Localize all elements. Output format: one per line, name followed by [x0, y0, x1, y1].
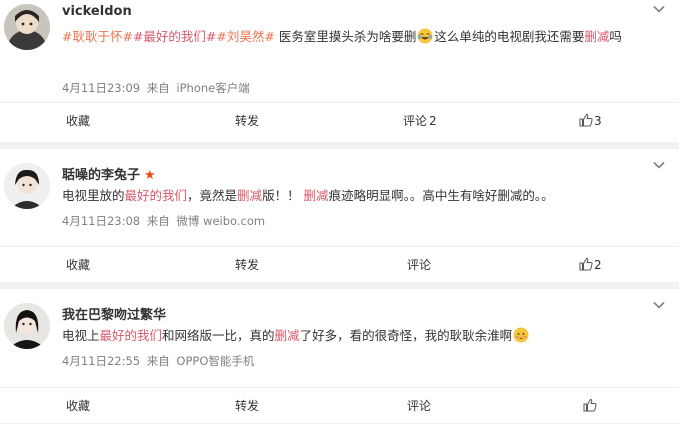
post-time[interactable]: 4月11日22:55 [62, 354, 140, 368]
topic-link[interactable]: #耿耿于怀# [62, 29, 133, 44]
post-meta: 4月11日22:55 来自 OPPO智能手机 [62, 353, 254, 369]
divider [0, 282, 679, 289]
chevron-down-icon[interactable] [652, 2, 666, 16]
favorite-label: 收藏 [66, 258, 91, 272]
favorite-button[interactable]: 收藏 [66, 247, 90, 283]
thumbs-up-icon [579, 257, 593, 271]
comment-label: 评论 [407, 258, 432, 272]
favorite-label: 收藏 [66, 114, 91, 128]
topic-link[interactable]: #刘昊然# [216, 29, 274, 44]
source-prefix: 来自 [146, 214, 170, 228]
post-card: 聒噪的李兔子 ★ 电视里放的最好的我们，竟然是删减版！！ 删减痕迹略明显啊。。高中… [0, 149, 679, 282]
like-button[interactable] [583, 388, 598, 424]
repost-button[interactable]: 转发 [235, 388, 259, 424]
post-meta: 4月11日23:08 来自 微博 weibo.com [62, 213, 265, 229]
text-segment: 电视里放的 [62, 188, 125, 203]
post-time[interactable]: 4月11日23:09 [62, 81, 140, 95]
text-segment: 这么单纯的电视剧我还需要 [434, 29, 585, 44]
comment-label: 评论 [407, 399, 432, 413]
text-segment: 电视上 [62, 328, 100, 343]
avatar[interactable] [4, 163, 50, 209]
repost-button[interactable]: 转发 [235, 103, 259, 139]
keyword-highlight[interactable]: #最好的我们# [133, 29, 216, 44]
post-text: #耿耿于怀##最好的我们##刘昊然# 医务室里摸头杀为啥要删 这么单纯的电视剧我还… [62, 25, 662, 49]
weibo-feed: vickeldon #耿耿于怀##最好的我们##刘昊然# 医务室里摸头杀为啥要删… [0, 0, 679, 423]
emoji-icon [513, 327, 529, 343]
action-bar: 收藏 转发 评论 2 [0, 246, 679, 283]
comment-button[interactable]: 评论 [407, 247, 431, 283]
username[interactable]: 我在巴黎吻过繁华 [62, 304, 166, 323]
keyword-highlight[interactable]: 删减 [584, 29, 609, 44]
star-icon[interactable]: ★ [144, 168, 156, 183]
keyword-highlight[interactable]: 删减 [237, 188, 262, 203]
text-segment: 版！！ [262, 188, 304, 203]
repost-button[interactable]: 转发 [235, 247, 259, 283]
source-prefix: 来自 [146, 354, 170, 368]
text-segment: 吗 [609, 29, 622, 44]
chevron-down-icon[interactable] [652, 158, 666, 172]
action-bar: 收藏 转发 评论 2 3 [0, 102, 679, 139]
text-segment: 和网络版一比，真的 [162, 328, 275, 343]
like-count: 2 [594, 258, 602, 272]
post-card: vickeldon #耿耿于怀##最好的我们##刘昊然# 医务室里摸头杀为啥要删… [0, 0, 679, 142]
keyword-highlight[interactable]: 最好的我们 [100, 328, 163, 343]
text-segment: 痕迹略明显啊。。高中生有啥好删减的。。 [328, 188, 554, 203]
keyword-highlight[interactable]: 删减 [275, 328, 300, 343]
username-text: 聒噪的李兔子 [62, 168, 141, 183]
like-button[interactable]: 2 [579, 247, 602, 283]
post-meta: 4月11日23:09 来自 iPhone客户端 [62, 80, 250, 96]
post-source[interactable]: 微博 weibo.com [176, 214, 265, 228]
thumbs-up-icon [579, 113, 593, 127]
repost-label: 转发 [235, 114, 260, 128]
favorite-button[interactable]: 收藏 [66, 103, 90, 139]
keyword-highlight[interactable]: 删减 [304, 188, 329, 203]
avatar[interactable] [4, 303, 50, 349]
comment-button[interactable]: 评论 2 [403, 103, 437, 139]
comment-button[interactable]: 评论 [407, 388, 431, 424]
emoji-icon [417, 28, 433, 44]
like-count: 3 [594, 114, 602, 128]
post-card: 我在巴黎吻过繁华 电视上最好的我们和网络版一比，真的删减了好多，看的很奇怪，我的… [0, 289, 679, 423]
comment-count: 2 [429, 114, 437, 128]
post-time[interactable]: 4月11日23:08 [62, 214, 140, 228]
text-segment: 医务室里摸头杀为啥要删 [274, 29, 417, 44]
action-bar: 收藏 转发 评论 [0, 387, 679, 424]
post-text: 电视里放的最好的我们，竟然是删减版！！ 删减痕迹略明显啊。。高中生有啥好删减的。… [62, 184, 662, 208]
username[interactable]: vickeldon [62, 4, 132, 19]
post-text: 电视上最好的我们和网络版一比，真的删减了好多，看的很奇怪，我的耿耿余淮啊 [62, 324, 662, 348]
favorite-button[interactable]: 收藏 [66, 388, 90, 424]
chevron-down-icon[interactable] [652, 298, 666, 312]
repost-label: 转发 [235, 399, 260, 413]
post-source[interactable]: OPPO智能手机 [176, 354, 254, 368]
keyword-highlight[interactable]: 最好的我们 [125, 188, 188, 203]
avatar[interactable] [4, 4, 50, 50]
text-segment: ，竟然是 [187, 188, 238, 203]
favorite-label: 收藏 [66, 399, 91, 413]
username[interactable]: 聒噪的李兔子 ★ [62, 164, 156, 183]
comment-label: 评论 [403, 114, 428, 128]
repost-label: 转发 [235, 258, 260, 272]
divider [0, 142, 679, 149]
thumbs-up-icon [583, 398, 597, 412]
text-segment: 了好多，看的很奇怪，我的耿耿余淮啊 [299, 328, 513, 343]
source-prefix: 来自 [146, 81, 170, 95]
post-source[interactable]: iPhone客户端 [176, 81, 249, 95]
like-button[interactable]: 3 [579, 103, 602, 139]
